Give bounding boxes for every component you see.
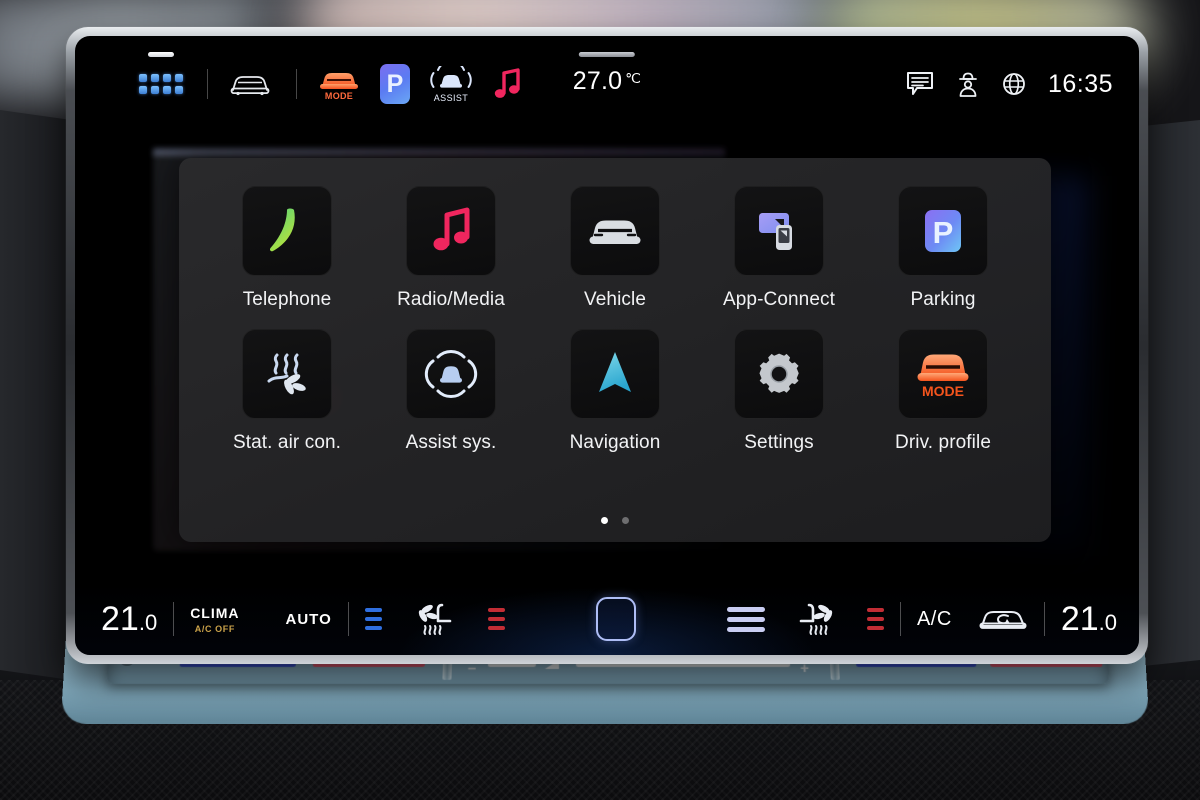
- driver-temperature-decimal: .0: [138, 609, 158, 635]
- status-divider-1: [207, 69, 208, 99]
- app-navigation-tile: [570, 329, 660, 419]
- vehicle-outline-icon[interactable]: [224, 61, 276, 107]
- app-stat-air-con-label: Stat. air con.: [232, 432, 342, 453]
- navigation-arrow-icon: [599, 352, 631, 392]
- screen-bezel: MODE P ASSIST 27.0 ℃ 16:35 Telephone Rad…: [66, 27, 1148, 664]
- app-settings-label: Settings: [744, 432, 814, 453]
- status-divider-2: [296, 69, 297, 99]
- passenger-temperature-decimal: .0: [1098, 609, 1117, 635]
- app-assist-sys-label: Assist sys.: [405, 432, 497, 453]
- app-stat-air-con-tile: [242, 329, 332, 419]
- message-icon[interactable]: [906, 71, 934, 97]
- outside-temperature: 27.0 ℃: [573, 67, 641, 96]
- app-assist-sys-tile: [406, 329, 496, 419]
- app-connect-icon: [759, 213, 792, 250]
- parking-p-label: P: [380, 64, 410, 104]
- app-telephone-tile: [242, 186, 332, 276]
- music-note-icon: [433, 207, 470, 251]
- app-parking-tile: P: [898, 186, 988, 276]
- assist-label: ASSIST: [433, 92, 469, 103]
- parking-p-icon: P: [925, 210, 961, 252]
- climate-menu-button[interactable]: [595, 597, 636, 641]
- climate-bar: 21 .0 CLIMA A/C OFF AUTO A/C 21 .0: [75, 583, 1139, 655]
- car-front-icon: [589, 220, 641, 244]
- left-seat-cool-bars[interactable]: [364, 608, 382, 630]
- pulldown-handle[interactable]: [579, 52, 635, 57]
- app-grid-icon: [139, 74, 183, 94]
- page-indicator: [601, 517, 629, 524]
- seat-climate-left-icon[interactable]: [414, 601, 458, 637]
- fan-speed-bars[interactable]: [726, 606, 765, 632]
- app-radio-media[interactable]: Radio/Media: [369, 186, 533, 311]
- app-parking-label: Parking: [910, 289, 976, 310]
- app-vehicle[interactable]: Vehicle: [533, 186, 697, 311]
- outside-temperature-value: 27.0: [572, 67, 623, 95]
- stationary-air-con-icon: [267, 353, 306, 395]
- app-radio-media-tile: [406, 186, 496, 276]
- app-app-connect[interactable]: App-Connect: [697, 186, 861, 311]
- app-app-connect-tile: [734, 186, 824, 276]
- page-dot-1[interactable]: [601, 517, 608, 524]
- climate-divider-2: [347, 602, 349, 636]
- ac-status-label: A/C OFF: [194, 623, 235, 634]
- app-parking[interactable]: P Parking: [861, 186, 1025, 311]
- status-bar-left: MODE P ASSIST: [131, 52, 537, 107]
- app-telephone[interactable]: Telephone: [205, 186, 369, 311]
- app-app-connect-label: App-Connect: [722, 289, 835, 310]
- app-settings-tile: [734, 329, 824, 419]
- driving-mode-label: MODE: [324, 90, 354, 101]
- assist-icon[interactable]: ASSIST: [425, 61, 477, 107]
- passenger-temperature-value: 21: [1060, 599, 1099, 638]
- passenger-temperature[interactable]: 21 .0: [1061, 600, 1117, 639]
- status-bar: MODE P ASSIST 27.0 ℃ 16:35: [75, 36, 1139, 132]
- air-recirculation-icon[interactable]: [978, 605, 1028, 633]
- driving-profile-icon: MODE: [917, 354, 969, 399]
- app-driv-profile[interactable]: MODE Driv. profile: [861, 329, 1025, 454]
- privacy-person-icon[interactable]: [956, 71, 980, 98]
- app-grid-button[interactable]: [131, 52, 191, 94]
- app-driv-profile-label: Driv. profile: [895, 432, 991, 453]
- phone-icon: [269, 208, 295, 252]
- temperature-unit: ℃: [625, 70, 642, 86]
- infotainment-screen: MODE P ASSIST 27.0 ℃ 16:35 Telephone Rad…: [75, 36, 1139, 655]
- driving-mode-icon[interactable]: MODE: [313, 61, 365, 107]
- outside-temperature-area[interactable]: 27.0 ℃: [573, 52, 641, 96]
- app-radio-media-label: Radio/Media: [397, 289, 505, 310]
- app-grid: Telephone Radio/Media Vehicle App-Connec…: [179, 186, 1051, 454]
- app-settings[interactable]: Settings: [697, 329, 861, 454]
- app-assist-sys[interactable]: Assist sys.: [369, 329, 533, 454]
- climate-divider-1: [173, 602, 175, 636]
- clima-label: CLIMA: [190, 604, 240, 621]
- app-vehicle-label: Vehicle: [584, 289, 646, 310]
- driver-temperature-value: 21: [101, 599, 139, 638]
- parking-icon[interactable]: P: [369, 61, 421, 107]
- globe-icon[interactable]: [1002, 72, 1026, 96]
- drawer-handle-indicator: [148, 52, 174, 57]
- app-vehicle-tile: [570, 186, 660, 276]
- clock: 16:35: [1047, 69, 1113, 98]
- clima-button[interactable]: CLIMA A/C OFF: [190, 605, 239, 634]
- page-dot-2[interactable]: [622, 517, 629, 524]
- status-bar-right: 16:35: [906, 70, 1113, 99]
- seat-climate-right-icon[interactable]: [793, 601, 837, 637]
- svg-text:MODE: MODE: [922, 383, 964, 399]
- app-navigation-label: Navigation: [569, 432, 661, 453]
- app-driv-profile-tile: MODE: [898, 329, 988, 419]
- right-seat-heat-bars[interactable]: [866, 608, 884, 630]
- ac-button[interactable]: A/C: [917, 608, 952, 631]
- media-note-icon[interactable]: [481, 61, 533, 107]
- auto-button[interactable]: AUTO: [286, 611, 332, 628]
- app-telephone-label: Telephone: [242, 289, 332, 310]
- driver-temperature[interactable]: 21 .0: [101, 600, 157, 639]
- assist-systems-icon: [424, 350, 478, 398]
- app-navigation[interactable]: Navigation: [533, 329, 697, 454]
- climate-divider-3: [899, 602, 901, 636]
- climate-divider-4: [1043, 602, 1045, 636]
- app-drawer: Telephone Radio/Media Vehicle App-Connec…: [179, 158, 1051, 542]
- svg-text:P: P: [933, 215, 954, 250]
- left-seat-heat-bars[interactable]: [487, 608, 505, 630]
- app-stat-air-con[interactable]: Stat. air con.: [205, 329, 369, 454]
- gear-icon: [759, 353, 799, 393]
